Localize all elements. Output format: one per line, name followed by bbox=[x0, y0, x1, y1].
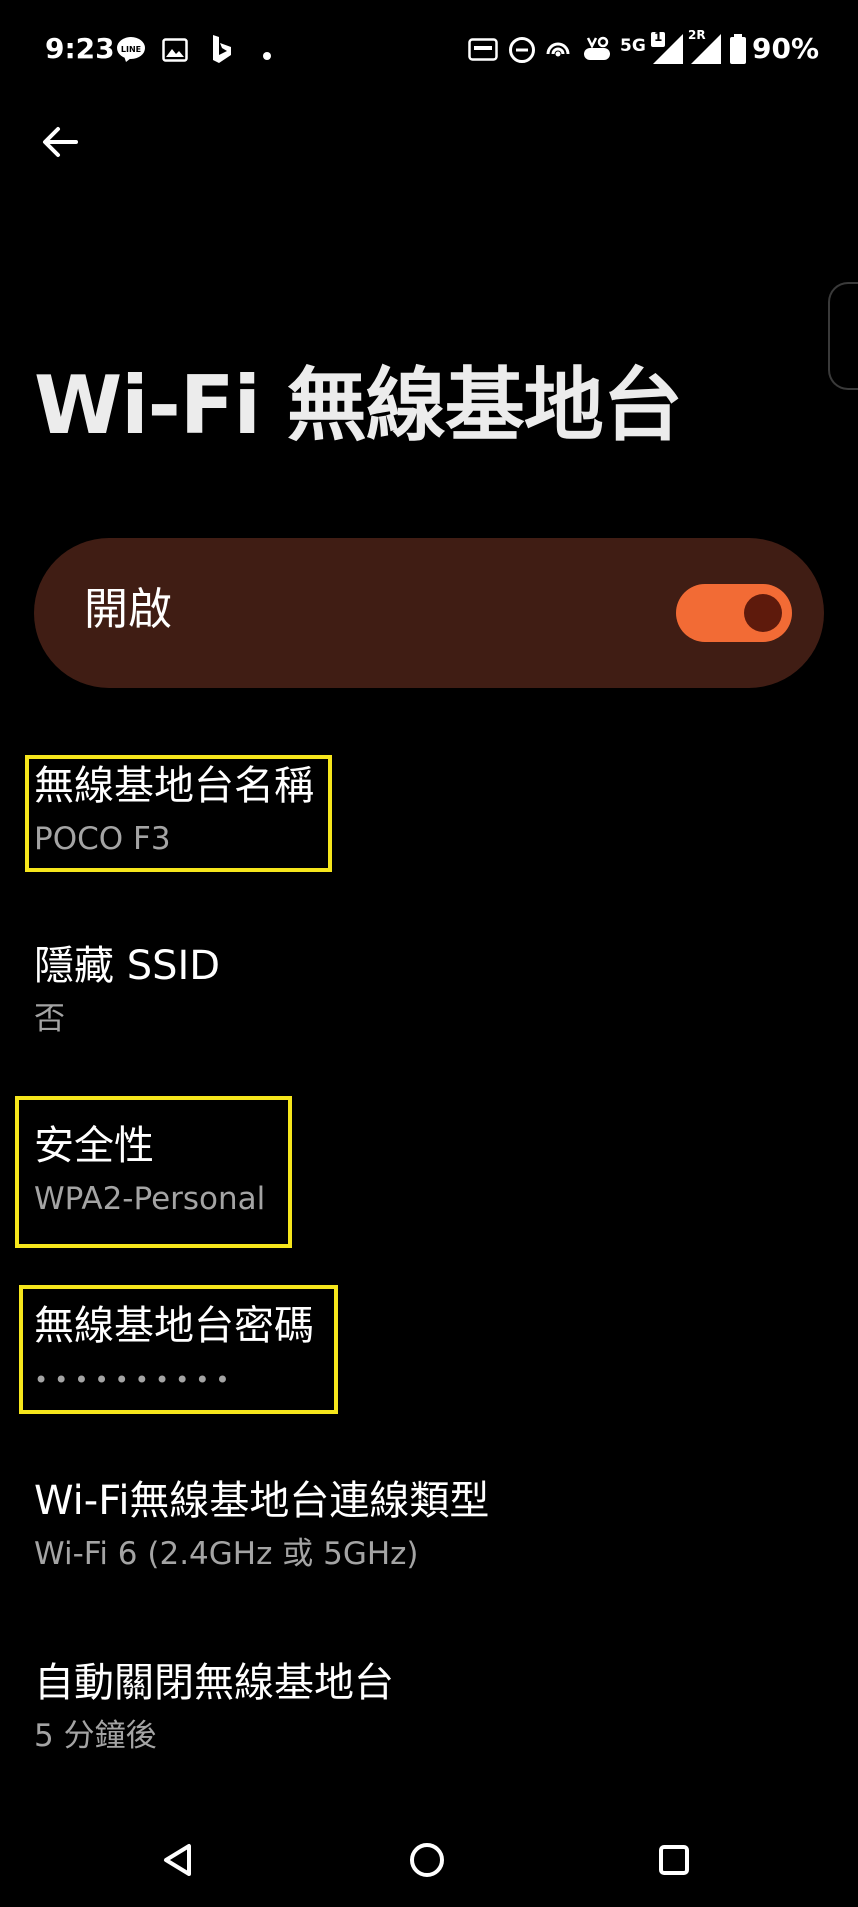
back-button[interactable] bbox=[30, 112, 90, 172]
battery-percent: 90% bbox=[752, 32, 820, 65]
status-bar: 9:23 LINE 5G 1 2R 90% bbox=[0, 0, 858, 100]
auto-hz-icon bbox=[468, 38, 498, 68]
battery-icon bbox=[729, 34, 747, 68]
setting-value: Wi-Fi 6 (2.4GHz 或 5GHz) bbox=[34, 1536, 419, 1572]
dnd-icon bbox=[508, 36, 536, 68]
edge-panel-handle[interactable] bbox=[828, 282, 858, 390]
highlight-box-security bbox=[15, 1096, 292, 1248]
nav-home-button[interactable] bbox=[387, 1820, 467, 1900]
hotspot-icon bbox=[544, 36, 572, 68]
hotspot-switch[interactable] bbox=[676, 584, 792, 642]
setting-auto-turn-off[interactable]: 自動關閉無線基地台 5 分鐘後 bbox=[34, 1663, 394, 1752]
nav-back-icon bbox=[164, 1844, 191, 1876]
hotspot-toggle-card[interactable]: 開啟 bbox=[34, 538, 824, 688]
sim1-label: 1 bbox=[654, 30, 663, 44]
setting-hide-ssid[interactable]: 隱藏 SSID 否 bbox=[34, 946, 220, 1035]
arrow-left-icon bbox=[43, 127, 78, 157]
network-type-label: 5G bbox=[620, 36, 646, 56]
setting-title: Wi-Fi無線基地台連線類型 bbox=[34, 1478, 490, 1524]
nav-back-button[interactable] bbox=[138, 1820, 218, 1900]
more-dot-icon bbox=[262, 46, 272, 65]
gallery-icon bbox=[162, 38, 188, 66]
status-time: 9:23 bbox=[45, 32, 115, 65]
highlight-box-hotspot-name bbox=[25, 755, 332, 872]
setting-connection-type[interactable]: Wi-Fi無線基地台連線類型 Wi-Fi 6 (2.4GHz 或 5GHz) bbox=[34, 1481, 489, 1570]
setting-title: 自動關閉無線基地台 bbox=[34, 1660, 394, 1706]
sim2-label: 2R bbox=[688, 28, 706, 42]
line-icon: LINE bbox=[116, 34, 146, 68]
nav-recents-icon bbox=[659, 1845, 689, 1875]
highlight-box-password bbox=[19, 1285, 338, 1414]
nav-recents-button[interactable] bbox=[634, 1820, 714, 1900]
switch-knob bbox=[744, 594, 782, 632]
nav-home-icon bbox=[410, 1843, 444, 1877]
toggle-label: 開啟 bbox=[84, 584, 172, 635]
volte-icon bbox=[582, 34, 612, 68]
setting-value: 否 bbox=[34, 1001, 65, 1037]
setting-title: 隱藏 SSID bbox=[34, 943, 221, 989]
bing-icon bbox=[210, 34, 234, 68]
svg-text:LINE: LINE bbox=[121, 45, 141, 54]
navigation-bar bbox=[0, 1820, 858, 1907]
setting-value: 5 分鐘後 bbox=[34, 1718, 157, 1754]
page-title: Wi-Fi 無線基地台 bbox=[34, 359, 683, 452]
